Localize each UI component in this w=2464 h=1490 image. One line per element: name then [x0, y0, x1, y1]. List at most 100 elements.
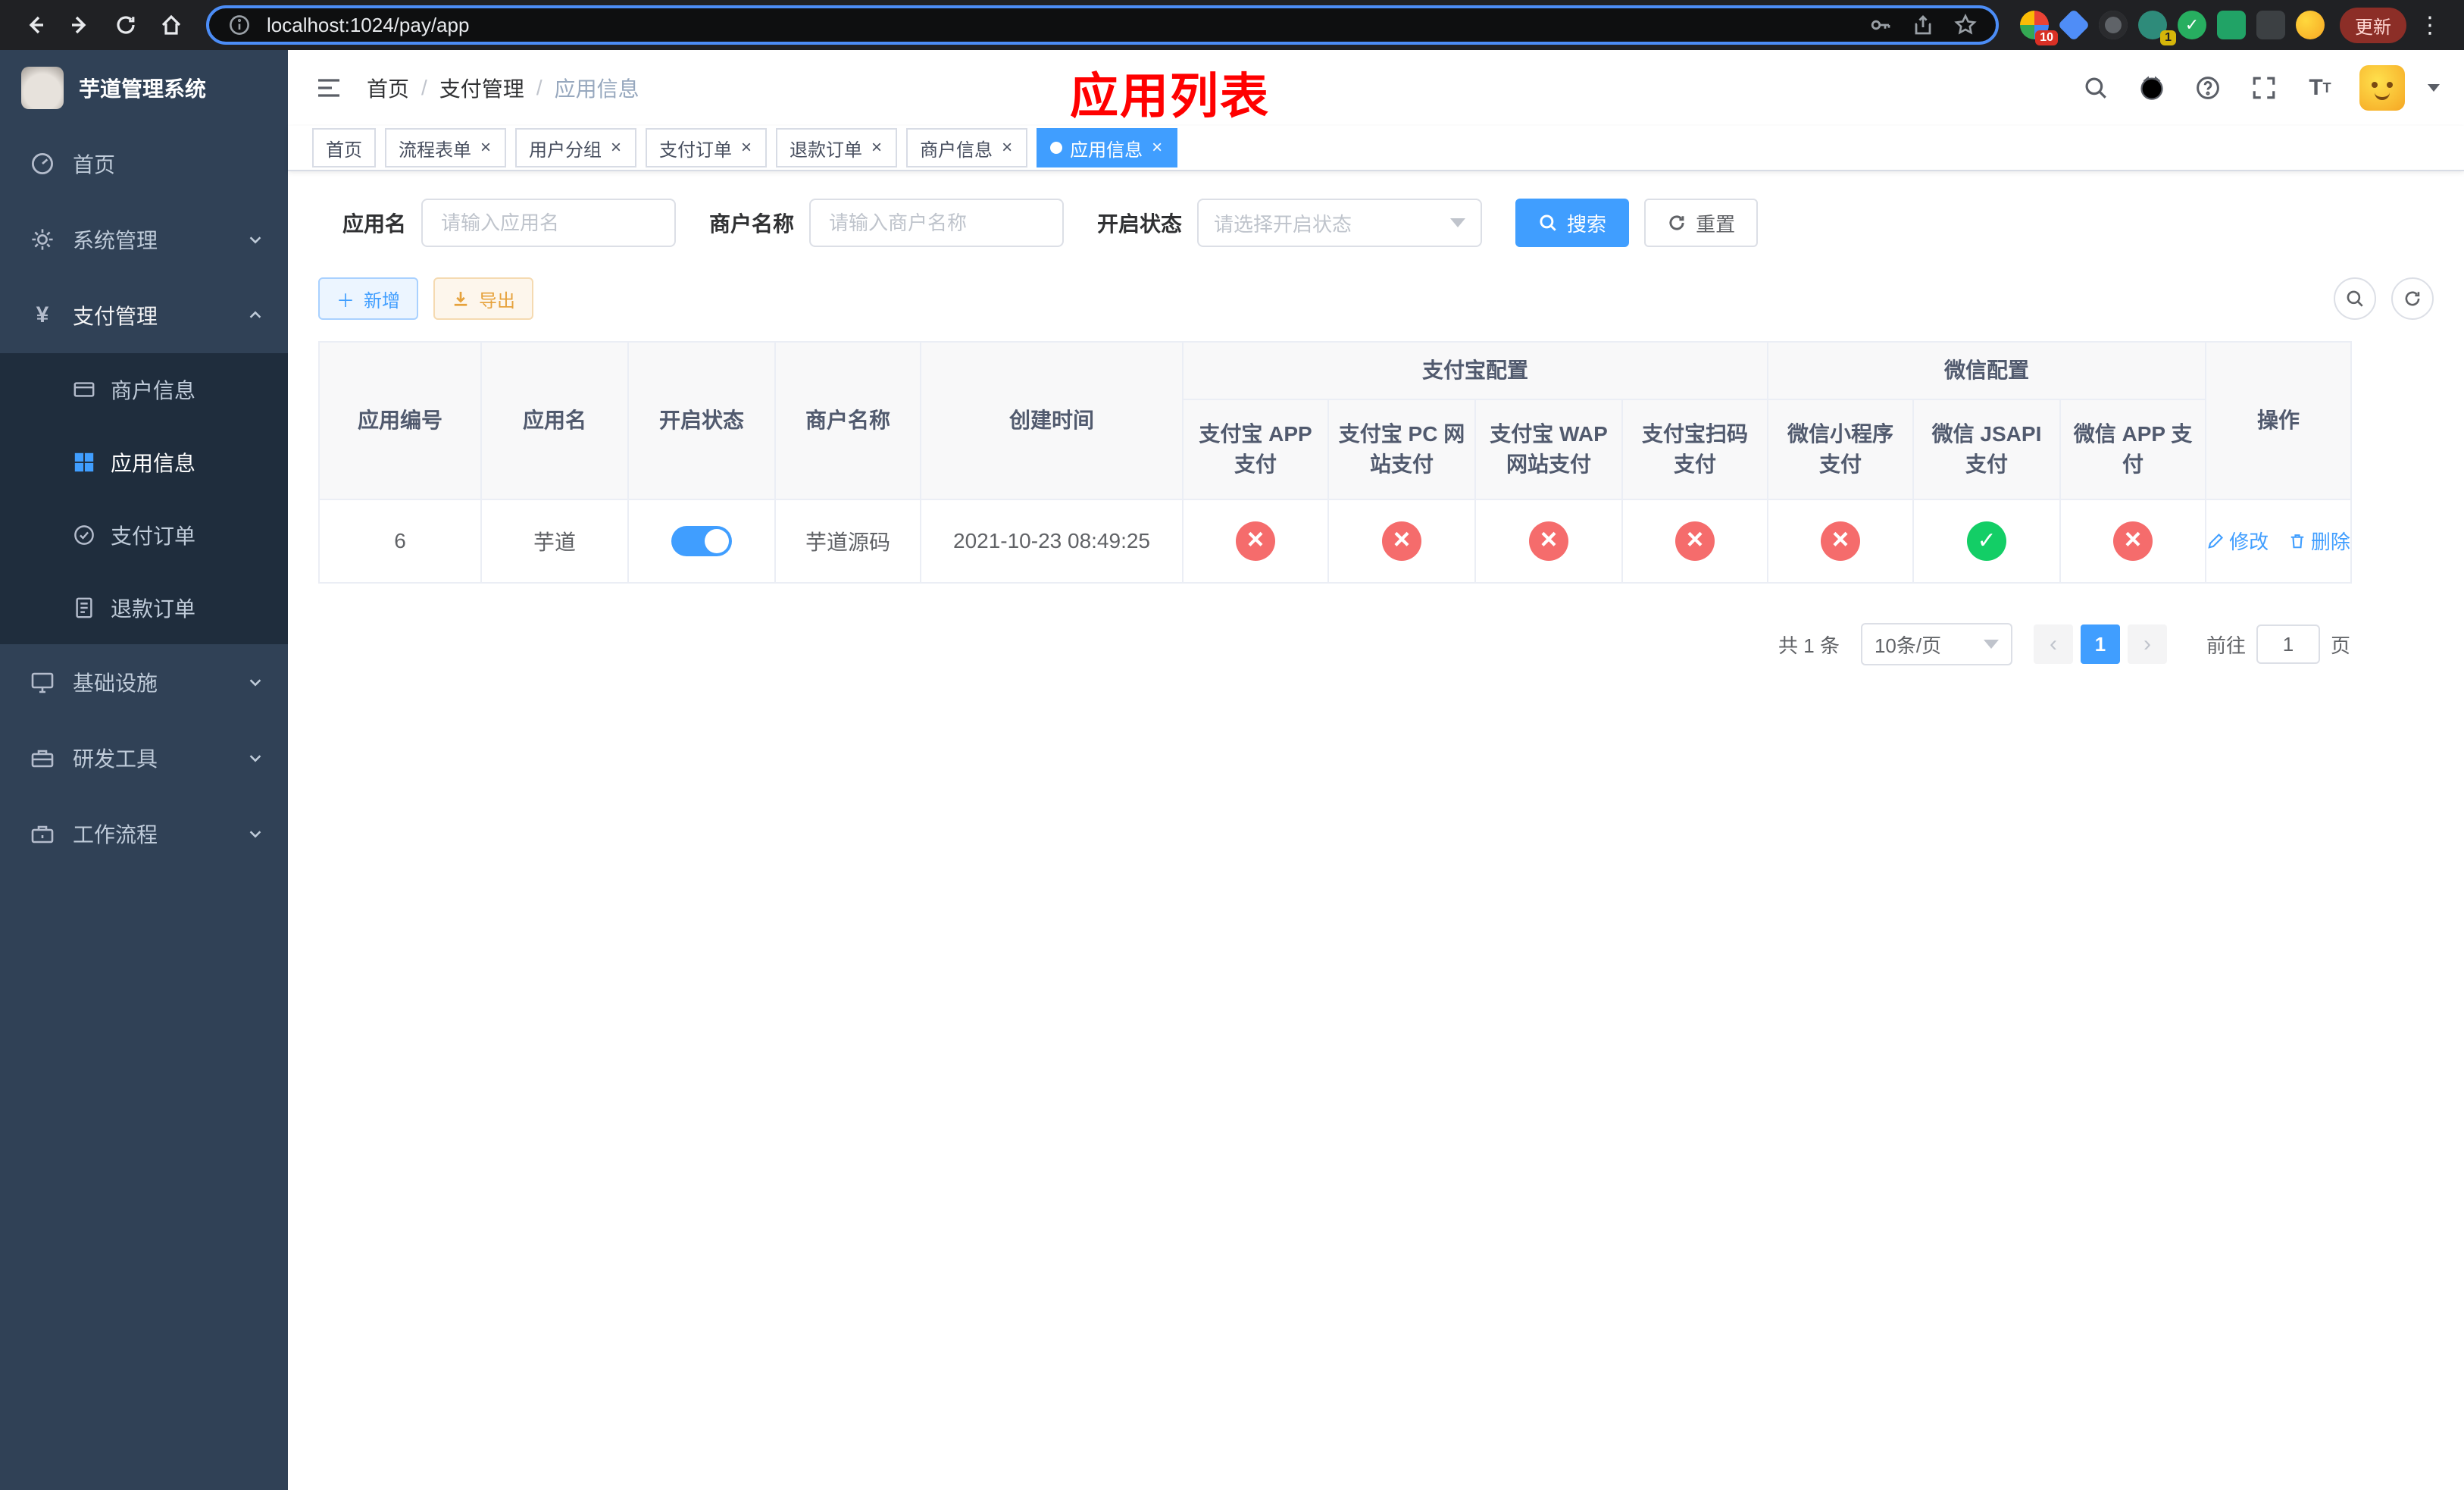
sidebar-item-merchant-info[interactable]: 商户信息: [0, 353, 288, 426]
merchant-name-input[interactable]: [809, 199, 1065, 247]
puzzle-extensions-icon[interactable]: [2256, 11, 2285, 39]
merchant-card-icon: [73, 378, 95, 401]
help-icon[interactable]: [2191, 71, 2225, 105]
alipay-app-status-icon: [1236, 521, 1275, 561]
sidebar-item-pay-orders[interactable]: 支付订单: [0, 499, 288, 571]
total-count: 共 1 条: [1778, 634, 1840, 657]
caret-down-icon[interactable]: [2428, 84, 2440, 92]
app-logo[interactable]: 芋道管理系统: [0, 50, 288, 126]
status-toggle[interactable]: [671, 526, 732, 556]
app-name-input[interactable]: [421, 199, 677, 247]
avatar[interactable]: [2359, 65, 2405, 111]
reload-button[interactable]: [106, 5, 145, 45]
current-page[interactable]: 1: [2080, 624, 2120, 664]
page-content: 应用名 商户名称 开启状态 请选择开启状态: [288, 171, 2464, 1490]
col-app-name: 应用名: [480, 341, 629, 500]
sidebar-item-infrastructure[interactable]: 基础设施: [0, 644, 288, 720]
bookmark-star-icon[interactable]: [1950, 10, 1981, 40]
extension-badge: 1: [2160, 30, 2176, 45]
breadcrumb-home[interactable]: 首页: [367, 73, 409, 103]
close-icon[interactable]: ×: [1000, 139, 1014, 157]
export-button[interactable]: 导出: [433, 277, 533, 320]
browser-menu-dots-icon[interactable]: ⋮: [2412, 12, 2449, 39]
navbar-actions: TT: [2079, 65, 2440, 111]
extension-icon-5[interactable]: ✓: [2178, 11, 2206, 39]
extensions-cluster: 10 1 ✓: [2020, 8, 2325, 45]
tab-user-group[interactable]: 用户分组 ×: [515, 128, 637, 167]
browser-update-button[interactable]: 更新: [2340, 7, 2406, 43]
close-icon[interactable]: ×: [870, 139, 883, 157]
close-icon[interactable]: ×: [1150, 139, 1164, 157]
plus-icon: ＋: [336, 290, 355, 311]
chevron-down-icon: [247, 750, 264, 766]
home-button[interactable]: [152, 5, 191, 45]
browser-toolbar: localhost:1024/pay/app 10 1 ✓ 更新 ⋮: [0, 0, 2464, 50]
fullscreen-icon[interactable]: [2247, 71, 2281, 105]
refresh-table-button[interactable]: [2391, 277, 2434, 320]
tab-process-form[interactable]: 流程表单 ×: [385, 128, 507, 167]
trash-icon: [2290, 534, 2304, 549]
key-icon[interactable]: [1865, 10, 1896, 40]
add-button[interactable]: ＋ 新增: [318, 277, 418, 320]
status-label: 开启状态: [1097, 212, 1183, 236]
edit-link[interactable]: 修改: [2206, 527, 2269, 555]
sidebar-item-app-info[interactable]: 应用信息: [0, 426, 288, 499]
tab-pay-orders[interactable]: 支付订单 ×: [646, 128, 768, 167]
show-search-button[interactable]: [2334, 277, 2376, 320]
search-button[interactable]: 搜索: [1515, 199, 1630, 247]
reset-button[interactable]: 重置: [1644, 199, 1759, 247]
top-navbar: 首页 / 支付管理 / 应用信息 应用列表 T T: [288, 50, 2464, 126]
col-status: 开启状态: [627, 341, 776, 500]
yen-icon: ¥: [36, 302, 49, 327]
extension-icon-4[interactable]: 1: [2138, 11, 2176, 45]
wechat-app-status-icon: [2113, 521, 2153, 561]
col-wechat-mini: 微信小程序支付: [1767, 399, 1915, 500]
tab-merchant-info[interactable]: 商户信息 ×: [906, 128, 1028, 167]
delete-link[interactable]: 删除: [2288, 527, 2350, 555]
home-icon: [161, 14, 181, 35]
app-name-label: 应用名: [342, 212, 407, 236]
devtools-icon: [30, 746, 55, 770]
refresh-icon: [2405, 291, 2420, 306]
extension-icon-2[interactable]: [2057, 8, 2090, 42]
tab-home[interactable]: 首页: [312, 128, 376, 167]
goto-page-input[interactable]: [2256, 624, 2320, 664]
alipay-pc-status-icon: [1382, 521, 1421, 561]
application-window: localhost:1024/pay/app 10 1 ✓ 更新 ⋮ 芋道管理系…: [0, 0, 2464, 1490]
app-table: 应用编号 应用名 开启状态 商户名称 创建时间 支付宝配置 微信配置 操作 支付…: [318, 341, 2353, 584]
share-icon[interactable]: [1908, 10, 1938, 40]
extension-icon-1[interactable]: 10: [2020, 11, 2058, 45]
font-size-icon[interactable]: TT: [2303, 71, 2337, 105]
close-icon[interactable]: ×: [609, 139, 623, 157]
status-select[interactable]: 请选择开启状态: [1197, 199, 1483, 247]
alipay-qr-status-icon: [1675, 521, 1715, 561]
tab-app-info[interactable]: 应用信息 ×: [1037, 128, 1178, 167]
url-bar[interactable]: localhost:1024/pay/app: [206, 5, 1999, 45]
extension-icon-3[interactable]: [2099, 11, 2128, 39]
col-app-id: 应用编号: [318, 341, 482, 500]
active-tab-dot: [1050, 142, 1063, 154]
search-icon[interactable]: [2079, 71, 2112, 105]
close-icon[interactable]: ×: [740, 139, 753, 157]
emoji-extension-icon[interactable]: [2296, 11, 2325, 39]
close-icon[interactable]: ×: [479, 139, 492, 157]
next-page-button[interactable]: ›: [2127, 624, 2167, 664]
refresh-icon: [1669, 215, 1684, 230]
sidebar-item-refund-orders[interactable]: 退款订单: [0, 571, 288, 644]
sidebar-item-devtools[interactable]: 研发工具: [0, 720, 288, 796]
sidebar-item-payment[interactable]: ¥ 支付管理: [0, 277, 288, 353]
sidebar-item-system[interactable]: 系统管理: [0, 202, 288, 277]
github-icon[interactable]: [2135, 71, 2169, 105]
breadcrumb-payment[interactable]: 支付管理: [439, 73, 524, 103]
sidebar-item-workflow[interactable]: 工作流程: [0, 796, 288, 872]
sidebar-item-home[interactable]: 首页: [0, 126, 288, 202]
pagination: 共 1 条 10条/页 ‹ 1 › 前往 页: [318, 623, 2350, 665]
sidebar-collapse-icon[interactable]: [312, 71, 346, 105]
extension-icon-6[interactable]: [2217, 11, 2246, 39]
prev-page-button[interactable]: ‹: [2033, 624, 2073, 664]
back-button[interactable]: [15, 5, 55, 45]
page-size-select[interactable]: 10条/页: [1860, 623, 2012, 665]
site-info-icon[interactable]: [224, 10, 255, 40]
tab-refund-orders[interactable]: 退款订单 ×: [776, 128, 898, 167]
forward-button[interactable]: [61, 5, 100, 45]
